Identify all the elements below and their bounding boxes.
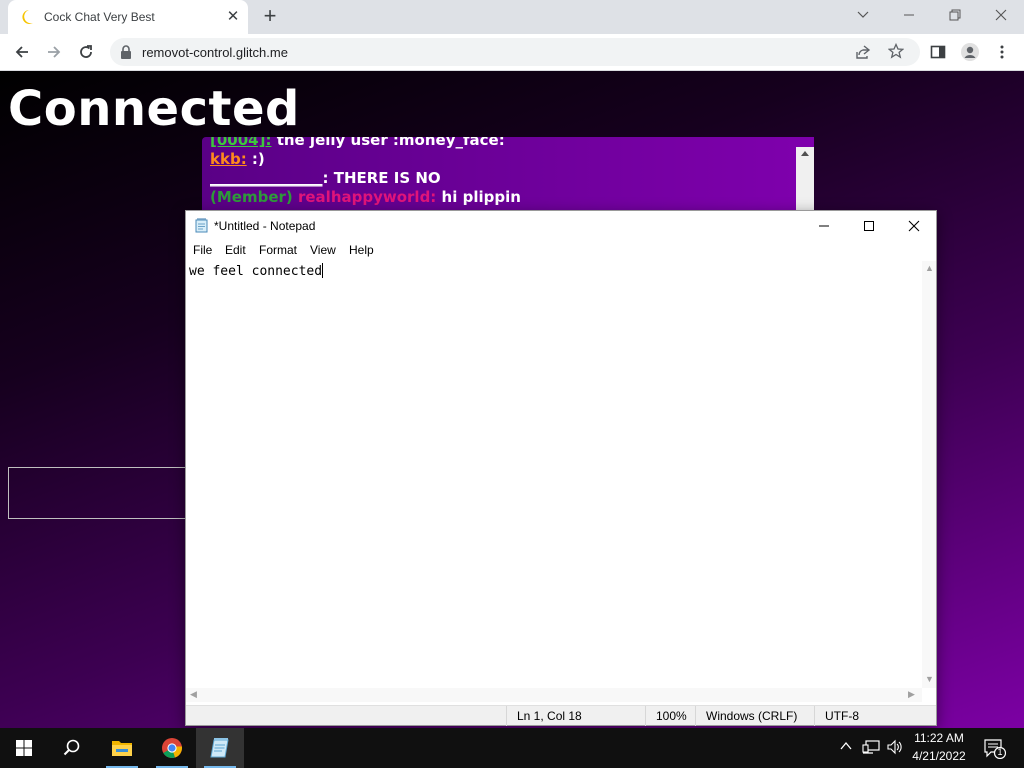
chat-username[interactable]: _______________ [210, 169, 323, 187]
minimize-icon[interactable] [801, 211, 847, 241]
page-title: Connected [8, 81, 300, 137]
chrome-icon[interactable] [148, 728, 196, 768]
reload-icon[interactable] [72, 38, 100, 66]
start-button[interactable] [0, 728, 48, 768]
scroll-right-icon[interactable]: ▶ [908, 689, 915, 700]
menu-format[interactable]: Format [259, 243, 297, 257]
horizontal-scrollbar[interactable]: ◀ ▶ [186, 688, 922, 702]
volume-icon[interactable] [886, 738, 904, 756]
chat-scrollbar[interactable] [796, 147, 814, 217]
star-icon[interactable] [888, 43, 904, 59]
menu-edit[interactable]: Edit [225, 243, 246, 257]
profile-icon[interactable] [956, 38, 984, 66]
notepad-icon [195, 218, 208, 233]
notepad-content[interactable]: we feel connected [189, 264, 322, 279]
clock-time[interactable]: 11:22 AM [905, 731, 973, 745]
share-icon[interactable] [855, 44, 871, 60]
vertical-scrollbar[interactable]: ▲ ▼ [922, 261, 936, 688]
browser-close-icon[interactable] [978, 0, 1024, 30]
notepad-text-area[interactable]: we feel connected [186, 261, 922, 688]
new-tab-button[interactable]: + [258, 5, 282, 29]
taskbar [0, 728, 1024, 768]
clock-date[interactable]: 4/21/2022 [905, 749, 973, 763]
chat-log[interactable]: [0004]: the jelly user :money_face: kkb:… [202, 137, 814, 217]
side-panel-icon[interactable] [924, 38, 952, 66]
scroll-down-icon[interactable]: ▼ [925, 674, 934, 684]
zoom-level: 100% [645, 706, 695, 726]
scroll-left-icon[interactable]: ◀ [190, 689, 197, 700]
restore-icon[interactable] [932, 0, 978, 30]
browser-toolbar: removot-control.glitch.me [0, 34, 1024, 71]
chat-username[interactable]: kkb: [210, 150, 247, 168]
chat-message: (Member) realhappyworld: hi plippin [210, 188, 521, 206]
chat-text: the jelly user :money_face: [271, 137, 505, 149]
search-icon[interactable] [48, 728, 96, 768]
encoding: UTF-8 [814, 706, 936, 726]
notification-count: 1 [997, 747, 1003, 757]
lock-icon[interactable] [120, 45, 132, 59]
minimize-icon[interactable] [886, 0, 932, 30]
chat-message: [0004]: the jelly user :money_face: [210, 137, 505, 149]
url-text[interactable]: removot-control.glitch.me [142, 45, 288, 60]
notepad-title: *Untitled - Notepad [214, 219, 316, 233]
network-icon[interactable] [862, 738, 880, 756]
maximize-icon[interactable] [846, 211, 892, 241]
browser-tab[interactable]: Cock Chat Very Best ✕ [8, 0, 248, 34]
chat-input[interactable] [8, 467, 188, 519]
notification-center-button[interactable]: 1 [978, 728, 1024, 768]
chat-message: _______________: THERE IS NO [210, 169, 441, 187]
chat-username[interactable]: [0004]: [210, 137, 271, 149]
text-caret [322, 263, 324, 278]
chevron-up-icon[interactable] [838, 738, 854, 754]
chat-text: hi plippin [436, 188, 521, 206]
close-icon[interactable] [891, 211, 937, 241]
scroll-up-icon[interactable]: ▲ [925, 263, 934, 273]
chat-role: (Member) [210, 188, 298, 206]
menu-view[interactable]: View [310, 243, 336, 257]
notepad-titlebar[interactable]: *Untitled - Notepad [186, 211, 936, 241]
notepad-menu-bar: File Edit Format View Help [186, 241, 936, 261]
notepad-status-bar: Ln 1, Col 18 100% Windows (CRLF) UTF-8 [186, 705, 936, 726]
moon-favicon [22, 10, 33, 24]
chat-username[interactable]: realhappyworld: [298, 188, 436, 206]
tab-close-icon[interactable]: ✕ [224, 8, 242, 26]
chat-text: :) [246, 150, 265, 168]
line-ending: Windows (CRLF) [695, 706, 815, 726]
file-explorer-icon[interactable] [98, 728, 146, 768]
scroll-up-arrow-icon[interactable] [801, 151, 809, 156]
tab-search-chevron-down-icon[interactable] [840, 0, 886, 30]
address-bar[interactable]: removot-control.glitch.me [110, 38, 920, 66]
notepad-window: *Untitled - Notepad File Edit Format Vie… [185, 210, 937, 726]
chat-message: kkb: :) [210, 150, 265, 168]
menu-file[interactable]: File [193, 243, 212, 257]
tab-title: Cock Chat Very Best [44, 10, 155, 24]
cursor-position: Ln 1, Col 18 [506, 706, 646, 726]
back-arrow-icon[interactable] [8, 38, 36, 66]
notepad-icon[interactable] [196, 728, 244, 768]
chat-text: : THERE IS NO [322, 169, 441, 187]
forward-arrow-icon[interactable] [40, 38, 68, 66]
kebab-menu-icon[interactable] [988, 38, 1016, 66]
tab-strip: Cock Chat Very Best ✕ + [0, 0, 1024, 34]
menu-help[interactable]: Help [349, 243, 374, 257]
